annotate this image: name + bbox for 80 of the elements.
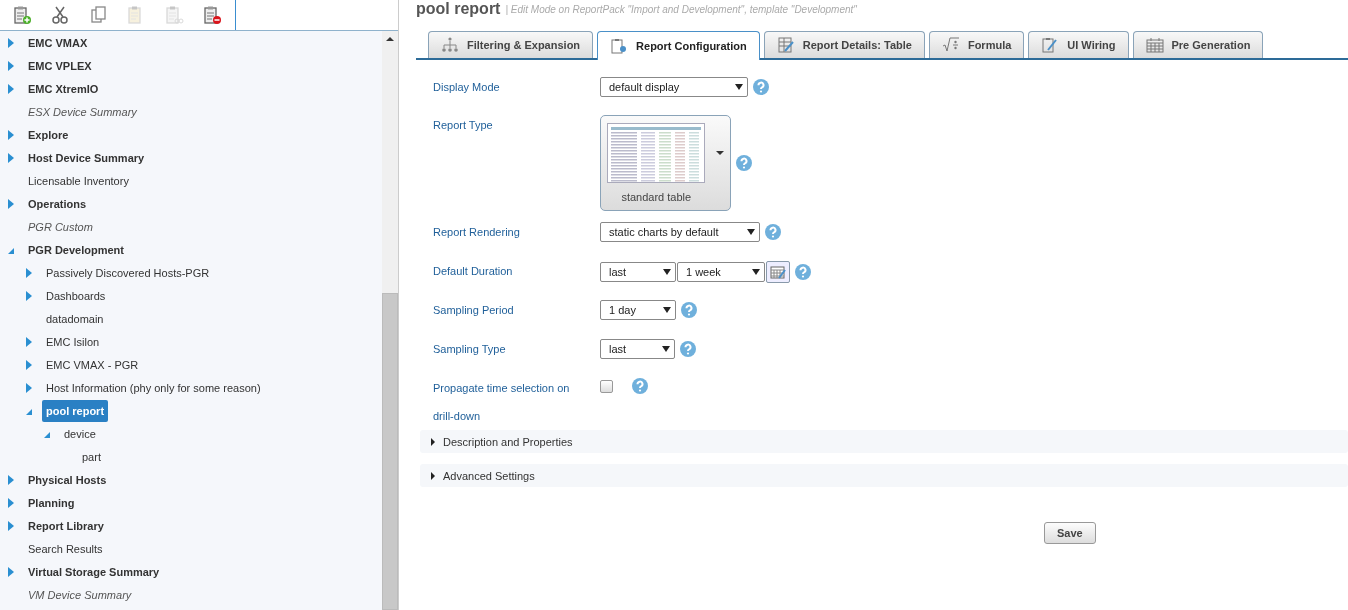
field-label: Default Duration bbox=[433, 264, 514, 279]
tab[interactable]: Report Details: Table bbox=[763, 31, 925, 58]
tree-item[interactable]: PGR Custom bbox=[24, 216, 97, 237]
tree-item[interactable]: pool report bbox=[42, 399, 109, 422]
expand-icon[interactable] bbox=[431, 471, 435, 480]
dropdown[interactable]: 1 day bbox=[600, 300, 676, 320]
field-label: Display Mode bbox=[433, 80, 501, 95]
add-clipboard-icon[interactable] bbox=[12, 5, 32, 25]
caret-icon bbox=[715, 150, 724, 155]
save-button[interactable]: Save bbox=[1044, 522, 1096, 544]
clipboard-icon bbox=[1041, 37, 1060, 53]
scissors-icon[interactable] bbox=[50, 5, 70, 25]
dropdown[interactable]: 1 week bbox=[677, 262, 765, 282]
tree-item[interactable]: ESX Device Summary bbox=[24, 101, 141, 122]
field-label: Report Type bbox=[433, 118, 494, 133]
table-icon bbox=[776, 37, 795, 53]
help-icon[interactable] bbox=[632, 378, 648, 394]
dropdown[interactable]: last bbox=[600, 262, 676, 282]
help-icon[interactable] bbox=[680, 341, 696, 357]
section-title: Advanced Settings bbox=[443, 469, 535, 482]
help-icon[interactable] bbox=[681, 302, 697, 318]
tree-item[interactable]: Host Information (phy only for some reason) bbox=[42, 377, 265, 398]
scroll-up-icon[interactable] bbox=[386, 37, 394, 41]
tree-item[interactable]: EMC Isilon bbox=[42, 331, 104, 352]
collapse-icon[interactable] bbox=[8, 247, 14, 254]
config-icon bbox=[610, 38, 629, 54]
dropdown[interactable]: default display bbox=[600, 77, 748, 97]
tree-item[interactable]: part bbox=[78, 446, 105, 467]
report-title: pool report bbox=[416, 0, 501, 18]
tab[interactable]: Report Configuration bbox=[597, 31, 760, 60]
section-title: Description and Properties bbox=[443, 435, 573, 448]
tree-item[interactable]: Virtual Storage Summary bbox=[24, 561, 164, 582]
field-label: Sampling Period bbox=[433, 303, 515, 318]
dropdown[interactable]: static charts by default bbox=[600, 222, 760, 242]
help-icon[interactable] bbox=[753, 79, 769, 95]
tree-item[interactable]: Report Library bbox=[24, 515, 108, 536]
tree-item[interactable]: Physical Hosts bbox=[24, 469, 111, 490]
tree-item[interactable]: EMC VPLEX bbox=[24, 55, 96, 76]
tree-item[interactable]: datadomain bbox=[42, 308, 108, 329]
tree-item[interactable]: VM Device Summary bbox=[24, 584, 136, 605]
tab[interactable]: Filtering & Expansion bbox=[428, 31, 594, 58]
hierarchy-icon bbox=[441, 37, 459, 53]
tree-item[interactable]: Explore bbox=[24, 124, 73, 145]
tree-item[interactable]: EMC VMAX - PGR bbox=[42, 354, 143, 375]
tree-item[interactable]: Planning bbox=[24, 492, 79, 513]
tree-item[interactable]: PGR Development bbox=[24, 239, 128, 260]
section-header[interactable]: Description and Properties bbox=[420, 430, 1348, 453]
tree-item[interactable]: Search Results bbox=[24, 538, 107, 559]
calendar-icon[interactable] bbox=[766, 261, 790, 283]
copy-icon[interactable] bbox=[88, 5, 108, 25]
field-label: Report Rendering bbox=[433, 225, 521, 240]
help-icon[interactable] bbox=[795, 264, 811, 280]
tree-item[interactable]: EMC VMAX bbox=[24, 32, 92, 53]
tree-item[interactable]: device bbox=[60, 423, 100, 444]
tree-item[interactable]: Operations bbox=[24, 193, 91, 214]
tree-item[interactable]: Host Device Summary bbox=[24, 147, 149, 168]
checkbox[interactable] bbox=[600, 379, 613, 393]
tab[interactable]: Formula bbox=[928, 31, 1025, 58]
tree-item[interactable]: Dashboards bbox=[42, 285, 110, 306]
section-header[interactable]: Advanced Settings bbox=[420, 464, 1348, 487]
tree-item[interactable]: EMC XtremIO bbox=[24, 78, 103, 99]
tab[interactable]: Pre Generation bbox=[1132, 31, 1264, 58]
scrollbar[interactable] bbox=[382, 31, 398, 610]
tab[interactable]: UI Wiring bbox=[1028, 31, 1129, 58]
collapse-icon[interactable] bbox=[44, 431, 50, 438]
formula-icon bbox=[941, 37, 960, 53]
clipboard-remove-icon[interactable] bbox=[202, 5, 222, 25]
help-icon[interactable] bbox=[736, 155, 752, 171]
report-type-picker[interactable]: standard table bbox=[600, 115, 731, 211]
help-icon[interactable] bbox=[765, 224, 781, 240]
calendar-icon bbox=[1145, 37, 1164, 53]
tree-item[interactable]: Licensable Inventory bbox=[24, 170, 133, 191]
expand-icon[interactable] bbox=[431, 437, 435, 446]
field-label: Sampling Type bbox=[433, 342, 507, 357]
tree-item[interactable]: Passively Discovered Hosts-PGR bbox=[42, 262, 214, 283]
field-label: Propagate time selection on drill-down bbox=[433, 381, 571, 424]
dropdown[interactable]: last bbox=[600, 339, 675, 359]
collapse-icon[interactable] bbox=[26, 408, 32, 415]
edit-mode-caption: | Edit Mode on ReportPack "Import and Development", template "Development" bbox=[505, 3, 857, 15]
scrollbar-thumb[interactable] bbox=[382, 293, 398, 610]
